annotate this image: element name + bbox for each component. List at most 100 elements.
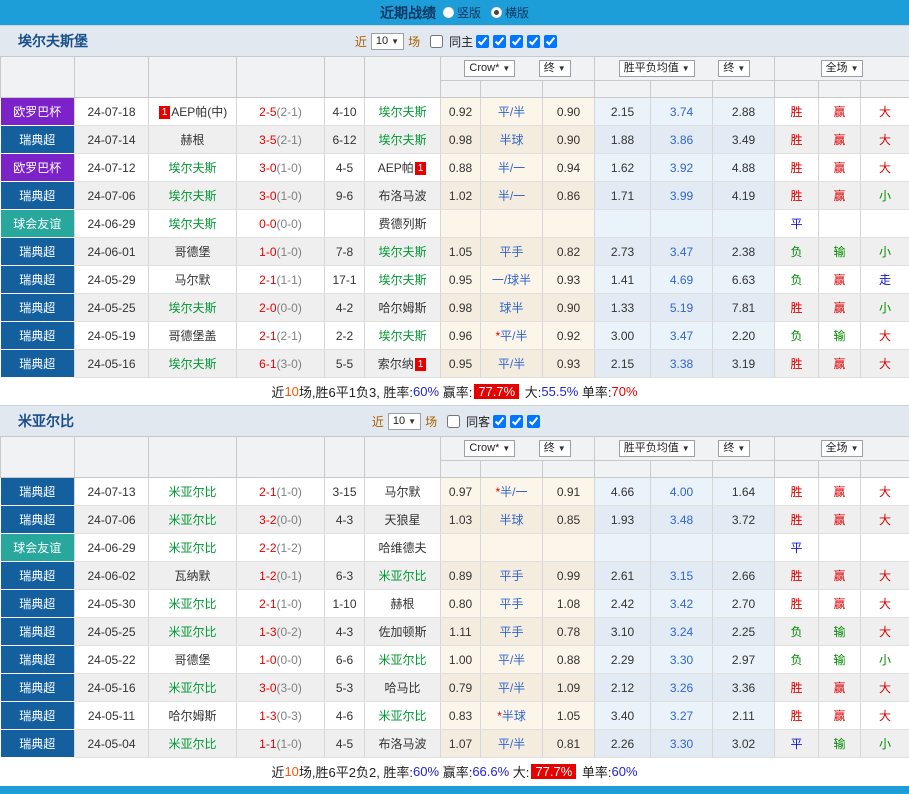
corner-cell: 6-6: [325, 646, 365, 674]
ah-away-odds: 1.09: [543, 674, 595, 702]
dropdown-select[interactable]: 全场▼: [821, 440, 864, 457]
handicap-result-cell: 赢: [819, 98, 861, 126]
col-header: [149, 57, 237, 98]
league-filter-瑞典超[interactable]: [490, 35, 507, 48]
ah-line: 平/半: [481, 350, 543, 378]
eu-home-odds: 1.62: [595, 154, 651, 182]
match-row: 球会友谊24-06-29埃尔夫斯0-0(0-0)费德列斯平: [1, 210, 909, 238]
away-team-cell: 索尔纳1: [365, 350, 441, 378]
radio-icon[interactable]: [443, 7, 454, 18]
corner-cell: 4-6: [325, 702, 365, 730]
ah-home-odds: 1.02: [441, 182, 481, 210]
league-filter-欧罗巴杯[interactable]: [473, 35, 490, 48]
ah-away-odds: 0.78: [543, 618, 595, 646]
eu-away-odds: 2.88: [713, 98, 775, 126]
dropdown-select[interactable]: 终▼: [718, 60, 750, 77]
ah-home-odds: 0.96: [441, 322, 481, 350]
layout-radio-option[interactable]: 竖版: [443, 4, 481, 21]
radio-icon[interactable]: [491, 7, 502, 18]
same-venue-filter[interactable]: 同主: [424, 33, 473, 50]
score-cell: 3-2(0-0): [237, 506, 325, 534]
league-filter-球会友谊[interactable]: [507, 415, 524, 428]
match-count-select[interactable]: 10▼: [388, 413, 421, 430]
summary-segment: 10: [284, 384, 298, 399]
eu-draw-odds: 3.30: [651, 646, 713, 674]
league-checkbox[interactable]: [510, 35, 523, 48]
match-row: 球会友谊24-06-29米亚尔比2-2(1-2)哈维德夫平: [1, 534, 909, 562]
match-row: 瑞典超24-05-22哥德堡1-0(0-0)6-6米亚尔比1.00平/半0.88…: [1, 646, 909, 674]
league-cell: 瑞典超: [1, 646, 75, 674]
handicap-result-cell: 赢: [819, 154, 861, 182]
team-text: 埃尔夫斯: [378, 245, 426, 259]
same-venue-checkbox[interactable]: [430, 35, 443, 48]
away-team-cell: 埃尔夫斯: [365, 322, 441, 350]
league-filter-瑞典超[interactable]: [490, 415, 507, 428]
team-text: 布洛马波: [378, 737, 426, 751]
col-header: [325, 57, 365, 98]
ah-line: [481, 534, 543, 562]
eu-away-odds: 3.36: [713, 674, 775, 702]
score-cell: 2-1(1-0): [237, 590, 325, 618]
handicap-result-cell: 赢: [819, 182, 861, 210]
col-header: [1, 437, 75, 478]
league-checkbox[interactable]: [544, 35, 557, 48]
dropdown-select[interactable]: 终▼: [718, 440, 750, 457]
date-cell: 24-06-01: [75, 238, 149, 266]
ah-home-odds: 0.88: [441, 154, 481, 182]
ah-away-odds: 0.82: [543, 238, 595, 266]
col-header: [237, 437, 325, 478]
eu-home-odds: 1.41: [595, 266, 651, 294]
date-cell: 24-07-12: [75, 154, 149, 182]
ah-away-odds: 0.90: [543, 98, 595, 126]
league-checkbox[interactable]: [527, 415, 540, 428]
dropdown-select[interactable]: 胜平负均值▼: [619, 60, 695, 77]
eu-draw-odds: 3.74: [651, 98, 713, 126]
league-checkbox[interactable]: [493, 35, 506, 48]
recent-results-panel: 近期战绩 竖版横版 埃尔夫斯堡近10▼场同主Crow*▼终▼胜平负均值▼终▼全场…: [0, 0, 909, 794]
dropdown-select[interactable]: 胜平负均值▼: [619, 440, 695, 457]
league-checkbox[interactable]: [493, 415, 506, 428]
match-row: 瑞典超24-05-11哈尔姆斯1-3(0-3)4-6米亚尔比0.83*半球1.0…: [1, 702, 909, 730]
eu-draw-odds: 3.30: [651, 730, 713, 758]
section-header: 米亚尔比近10▼场同客: [0, 405, 909, 436]
league-cell: 球会友谊: [1, 534, 75, 562]
corner-cell: 4-3: [325, 506, 365, 534]
dropdown-select[interactable]: 终▼: [539, 440, 571, 457]
league-filter-大西洋杯[interactable]: [541, 35, 558, 48]
league-filter-瑞典杯[interactable]: [524, 415, 541, 428]
result-cell: 胜: [775, 98, 819, 126]
date-cell: 24-07-06: [75, 182, 149, 210]
match-filter: 近10▼场同客: [368, 413, 541, 430]
home-team-cell: 埃尔夫斯: [149, 294, 237, 322]
eu-odds-header: 胜平负均值▼ 终▼: [595, 437, 775, 461]
ah-away-odds: 0.91: [543, 478, 595, 506]
date-cell: 24-05-04: [75, 730, 149, 758]
goals-result-cell: 小: [861, 730, 909, 758]
league-cell: 瑞典超: [1, 126, 75, 154]
same-venue-filter[interactable]: 同客: [441, 413, 490, 430]
dropdown-select[interactable]: 终▼: [539, 60, 571, 77]
goals-result-cell: 大: [861, 590, 909, 618]
date-cell: 24-05-29: [75, 266, 149, 294]
same-venue-checkbox[interactable]: [447, 415, 460, 428]
score-cell: 1-3(0-2): [237, 618, 325, 646]
ah-line: 半/一: [481, 154, 543, 182]
league-filter-球会友谊[interactable]: [507, 35, 524, 48]
dropdown-select[interactable]: Crow*▼: [464, 60, 515, 77]
match-row: 瑞典超24-05-16米亚尔比3-0(3-0)5-3哈马比0.79平/半1.09…: [1, 674, 909, 702]
summary-segment: 77.7%: [531, 764, 576, 779]
match-count-select[interactable]: 10▼: [371, 33, 404, 50]
sub-col-header: [481, 461, 543, 478]
ah-line: 半球: [481, 126, 543, 154]
league-filter-瑞典杯[interactable]: [524, 35, 541, 48]
league-checkbox[interactable]: [476, 35, 489, 48]
team-text: 哈尔姆斯: [378, 301, 426, 315]
corner-cell: 6-12: [325, 126, 365, 154]
layout-radio-selected[interactable]: 横版: [491, 4, 529, 21]
league-checkbox[interactable]: [510, 415, 523, 428]
dropdown-select[interactable]: Crow*▼: [464, 440, 515, 457]
league-checkbox[interactable]: [527, 35, 540, 48]
dropdown-select[interactable]: 全场▼: [821, 60, 864, 77]
home-team-cell: 赫根: [149, 126, 237, 154]
ah-line: 平/半: [481, 730, 543, 758]
